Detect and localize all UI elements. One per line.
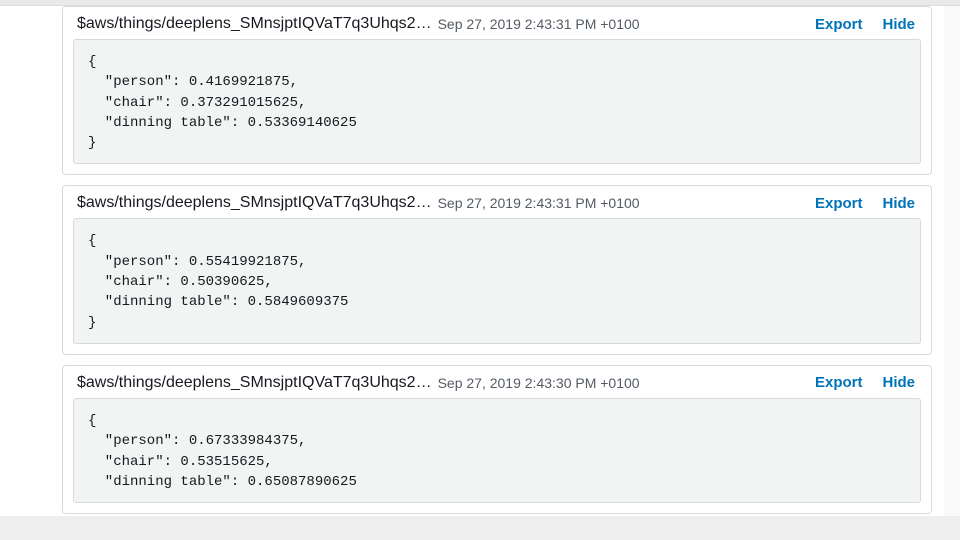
vertical-scrollbar[interactable]: [944, 6, 960, 516]
page-root: $aws/things/deeplens_SMnsjptIQVaT7q3Uhqs…: [0, 0, 960, 540]
browser-bottom-bar: [0, 516, 960, 540]
